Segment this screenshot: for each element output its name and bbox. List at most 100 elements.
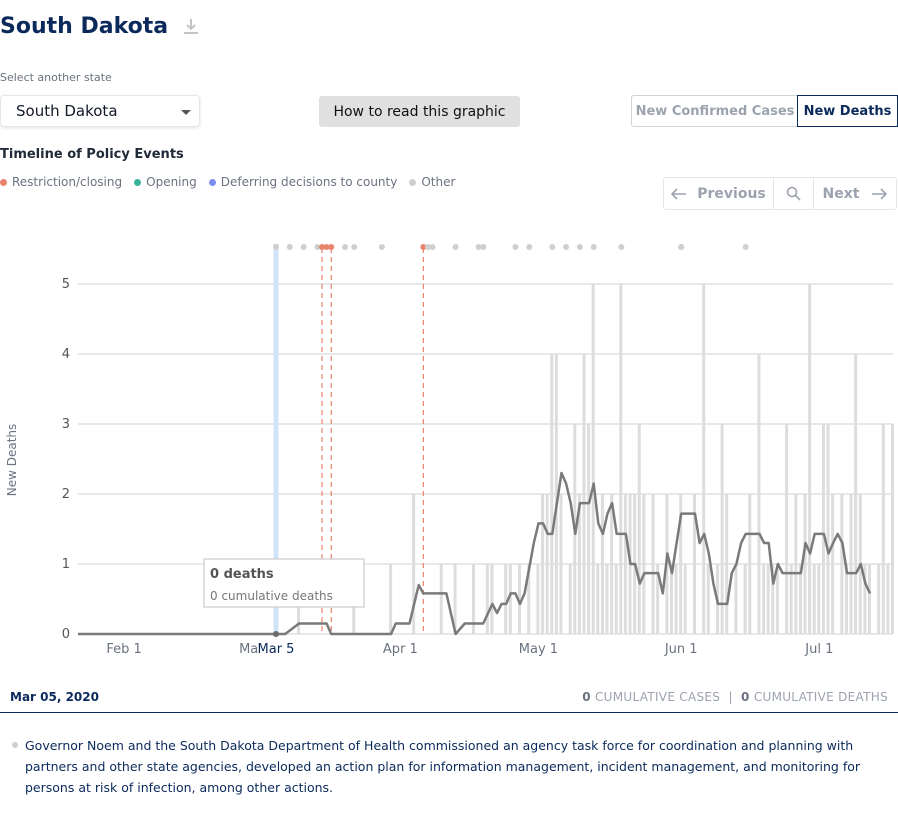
how-to-read-button[interactable]: How to read this graphic [319, 96, 520, 127]
new-deaths-button[interactable]: New Deaths [797, 95, 898, 127]
bar [720, 424, 724, 634]
timeline-legend: Restriction/closing Opening Deferring de… [0, 175, 455, 189]
timeline-title: Timeline of Policy Events [0, 147, 184, 162]
metric-toggle: New Confirmed Cases New Deaths [631, 95, 898, 127]
policy-event-dot [549, 244, 556, 250]
bar [826, 424, 830, 634]
new-confirmed-cases-button[interactable]: New Confirmed Cases [632, 96, 798, 126]
bar [785, 424, 789, 634]
bar [762, 564, 766, 634]
bar [877, 564, 881, 634]
cumulative-totals: 0 CUMULATIVE CASES | 0 CUMULATIVE DEATHS [582, 690, 888, 704]
bar [757, 354, 761, 634]
legend-item-deferring: Deferring decisions to county [208, 175, 398, 189]
bar [794, 494, 798, 634]
y-tick-label: 4 [62, 347, 70, 362]
next-label: Next [822, 185, 860, 202]
bar [844, 564, 848, 634]
bar [706, 564, 710, 634]
x-tick-label: Jul 1 [804, 642, 833, 657]
bar [734, 564, 738, 634]
bar [600, 494, 604, 634]
previous-button[interactable]: Previous [664, 178, 774, 209]
bar [803, 494, 807, 634]
bar [683, 564, 687, 634]
state-select[interactable]: South Dakota [0, 95, 200, 127]
selected-point [272, 631, 279, 637]
event-text: Governor Noem and the South Dakota Depar… [25, 738, 861, 795]
bar [849, 494, 853, 634]
bar [485, 564, 489, 634]
bar [840, 494, 844, 634]
tooltip-subtitle: 0 cumulative deaths [210, 589, 333, 603]
bar [669, 564, 673, 634]
cumulative-deaths-label: CUMULATIVE DEATHS [753, 689, 888, 704]
selected-date: Mar 05, 2020 [10, 689, 99, 704]
bar [867, 564, 871, 634]
summary-bar: Mar 05, 2020 0 CUMULATIVE CASES | 0 CUMU… [0, 681, 898, 713]
bar [389, 564, 393, 634]
search-button[interactable] [774, 178, 814, 209]
cumulative-cases-label: CUMULATIVE CASES [595, 689, 721, 704]
event-bullet [12, 742, 18, 748]
legend-label: Restriction/closing [12, 175, 123, 189]
x-tick-label: Feb 1 [106, 642, 141, 657]
bar [812, 564, 816, 634]
bar [614, 564, 618, 634]
event-navigation: Previous Next [663, 177, 897, 210]
y-tick-label: 2 [62, 487, 70, 502]
bar [559, 494, 563, 634]
next-button[interactable]: Next [814, 178, 896, 209]
separator: | [728, 689, 733, 704]
legend-item-restriction: Restriction/closing [0, 175, 122, 189]
legend-label: Deferring decisions to county [220, 175, 398, 189]
deaths-chart[interactable]: 012345New DeathsFeb 1 Mar 1 Apr 1 May 1 Jun … [0, 230, 898, 670]
cumulative-cases-value: 0 [582, 689, 591, 704]
selected-date-label: Mar 5 [258, 642, 295, 657]
bar [743, 564, 747, 634]
bar [605, 564, 609, 634]
policy-event-dot [618, 244, 625, 250]
policy-event-dot [429, 244, 436, 250]
policy-event-dot [563, 244, 570, 250]
search-icon [786, 186, 801, 201]
policy-event-description: Governor Noem and the South Dakota Depar… [12, 735, 882, 798]
policy-event-dot [328, 244, 335, 250]
bar [831, 494, 835, 634]
policy-event-dot [351, 244, 358, 250]
policy-event-dot [480, 244, 487, 250]
bar [550, 354, 554, 634]
bar [587, 424, 591, 634]
previous-label: Previous [697, 185, 766, 202]
bar [881, 424, 885, 634]
page-title: South Dakota [0, 14, 169, 39]
bar [596, 564, 600, 634]
bar [637, 424, 641, 634]
x-tick-label: Apr 1 [383, 642, 418, 657]
bar [808, 284, 812, 634]
policy-event-dot [512, 244, 519, 250]
bar [504, 564, 508, 634]
bar [702, 284, 706, 634]
policy-event-dot [300, 244, 307, 250]
y-tick-label: 5 [62, 277, 70, 292]
legend-label: Other [421, 175, 456, 189]
y-tick-label: 3 [62, 417, 70, 432]
bar [568, 564, 572, 634]
bar [536, 564, 540, 634]
bar [582, 354, 586, 634]
bar [821, 424, 825, 634]
policy-event-dot [576, 244, 583, 250]
bar [619, 284, 623, 634]
bar [545, 494, 549, 634]
bar [798, 564, 802, 634]
legend-item-opening: Opening [134, 175, 197, 189]
cumulative-deaths-value: 0 [741, 689, 750, 704]
y-axis-label: New Deaths [5, 424, 19, 497]
legend-dot [208, 178, 216, 186]
bar [725, 494, 729, 634]
download-icon[interactable] [182, 17, 200, 37]
bar [766, 564, 770, 634]
bar [748, 494, 752, 634]
x-tick-label: Jun 1 [664, 642, 698, 657]
